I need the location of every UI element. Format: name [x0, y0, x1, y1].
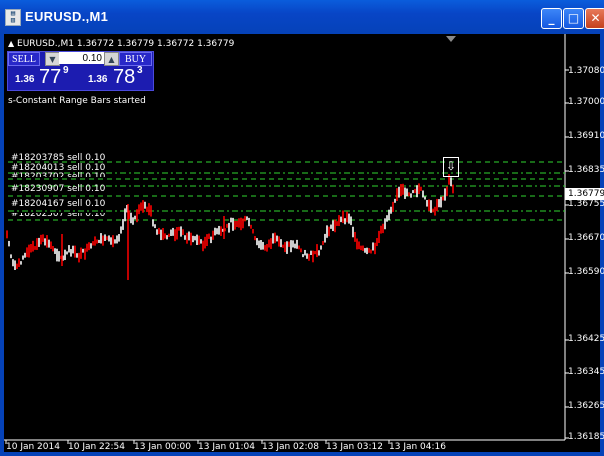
time-axis-label: 13 Jan 01:04	[198, 442, 255, 452]
buy-price-prefix: 1.36	[88, 74, 108, 85]
price-axis-label: 1.36185	[568, 432, 604, 442]
buy-price-button[interactable]: 1.36 78 3	[81, 65, 151, 88]
time-axis-label: 10 Jan 22:54	[68, 442, 125, 452]
price-axis-label: 1.36910	[568, 131, 604, 141]
status-text: s-Constant Range Bars started	[8, 96, 146, 106]
time-axis-label: 13 Jan 04:16	[389, 442, 446, 452]
window-titlebar[interactable]: ▤ ▥ EURUSD.,M1 _ □ ✕	[0, 0, 604, 34]
triangle-icon: ▲	[8, 39, 15, 48]
time-axis-label: 10 Jan 2014	[6, 442, 60, 452]
chart-header-ohlc: ▲ EURUSD.,M1 1.36772 1.36779 1.36772 1.3…	[8, 39, 234, 49]
chart-header-text: EURUSD.,M1 1.36772 1.36779 1.36772 1.367…	[17, 39, 235, 49]
chart-shift-marker	[446, 36, 456, 42]
lot-decrease-icon[interactable]: ▼	[45, 52, 60, 66]
price-axis-label: 1.36670	[568, 233, 604, 243]
order-label[interactable]: #18204013 sell 0.10	[11, 163, 105, 173]
order-label[interactable]: #18204167 sell 0.10	[11, 199, 105, 209]
order-label[interactable]: #18203785 sell 0.10	[11, 153, 105, 163]
price-axis-label: 1.36425	[568, 334, 604, 344]
sell-price-prefix: 1.36	[15, 74, 35, 85]
price-axis-label: 1.36590	[568, 267, 604, 277]
price-axis-ticks	[565, 69, 569, 439]
buy-price-big: 78	[113, 66, 136, 88]
price-axis-label: 1.36835	[568, 165, 604, 175]
price-axis-label: 1.37000	[568, 97, 604, 107]
sell-signal-arrow-icon[interactable]: ⇩	[443, 157, 459, 177]
lot-increase-icon[interactable]: ▲	[104, 52, 119, 66]
close-button[interactable]: ✕	[585, 8, 604, 29]
metatrader-chart-icon: ▤ ▥	[5, 9, 21, 26]
time-axis-label: 13 Jan 00:00	[134, 442, 191, 452]
minimize-button[interactable]: _	[541, 8, 562, 29]
buy-button[interactable]: BUY	[119, 52, 152, 66]
buy-price-sup: 3	[137, 65, 143, 76]
price-axis-label: 1.36345	[568, 367, 604, 377]
price-axis-label: 1.36755	[568, 199, 604, 209]
order-label[interactable]: #18230907 sell 0.10	[11, 184, 105, 194]
sell-price-button[interactable]: 1.36 77 9	[8, 65, 78, 88]
sell-button[interactable]: SELL	[8, 52, 40, 66]
maximize-button[interactable]: □	[563, 8, 584, 29]
time-axis-label: 13 Jan 02:08	[262, 442, 319, 452]
window-frame-bottom	[0, 452, 604, 456]
lot-size-input[interactable]: 0.10	[59, 52, 104, 64]
window-title: EURUSD.,M1	[25, 9, 109, 24]
sell-price-sup: 9	[63, 65, 69, 76]
time-axis-label: 13 Jan 03:12	[326, 442, 383, 452]
sell-price-big: 77	[39, 66, 62, 88]
price-axis-label: 1.37080	[568, 66, 604, 76]
price-axis-label: 1.36265	[568, 401, 604, 411]
